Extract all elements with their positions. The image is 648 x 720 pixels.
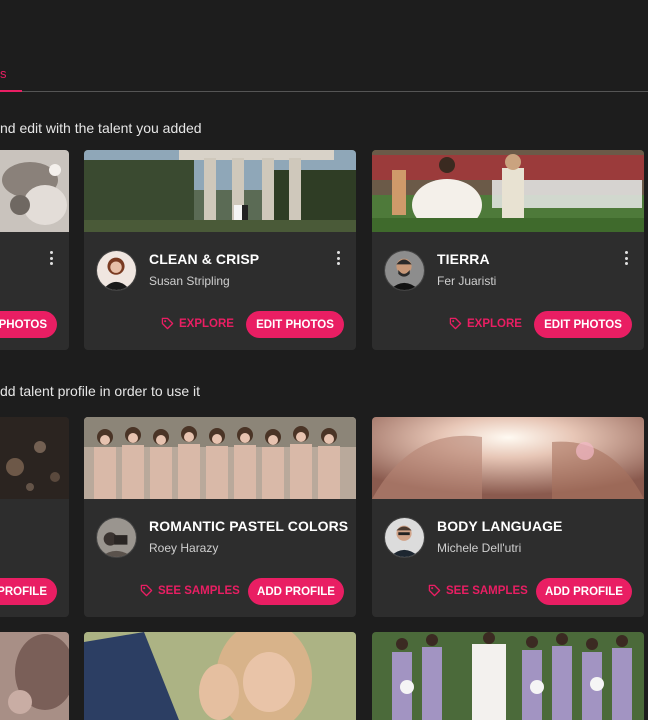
- talent-card: TIERRA Fer Juaristi EXPLORE EDIT PHOTOS: [372, 150, 644, 350]
- author-name: Fer Juaristi: [437, 274, 497, 288]
- author-name: Roey Harazy: [149, 541, 219, 555]
- see-samples-label: SEE SAMPLES: [446, 584, 528, 597]
- add-profile-button[interactable]: PROFILE: [0, 578, 57, 605]
- author-name: Michele Dell'utri: [437, 541, 522, 555]
- card-image: [0, 150, 69, 232]
- edit-photos-button[interactable]: EDIT PHOTOS: [534, 311, 632, 338]
- see-samples-label: SEE SAMPLES: [158, 584, 240, 597]
- tab-active[interactable]: s: [0, 66, 7, 81]
- card-image: [372, 417, 644, 499]
- talent-card-partial[interactable]: PROFILE: [0, 417, 69, 617]
- card-image: [372, 632, 644, 720]
- explore-label: EXPLORE: [467, 317, 522, 330]
- talent-card-partial[interactable]: PHOTOS: [0, 150, 69, 350]
- edit-photos-button[interactable]: EDIT PHOTOS: [246, 311, 344, 338]
- author-avatar: [384, 250, 425, 291]
- tab-active-underline: [0, 90, 22, 92]
- tag-icon: [161, 317, 174, 330]
- edit-photos-button[interactable]: PHOTOS: [0, 311, 57, 338]
- explore-link[interactable]: EXPLORE: [161, 317, 234, 330]
- author-avatar: [384, 517, 425, 558]
- tag-icon: [449, 317, 462, 330]
- card-image: [0, 632, 69, 720]
- tabs-divider: [22, 91, 648, 92]
- explore-link[interactable]: EXPLORE: [449, 317, 522, 330]
- talent-card-partial[interactable]: [0, 632, 69, 720]
- card-image: [84, 417, 356, 499]
- author-name: Susan Stripling: [149, 274, 230, 288]
- talent-card: [84, 632, 356, 720]
- author-avatar: [96, 517, 137, 558]
- talent-card: BODY LANGUAGE Michele Dell'utri SEE SAMP…: [372, 417, 644, 617]
- add-profile-button[interactable]: ADD PROFILE: [536, 578, 632, 605]
- preset-title: TIERRA: [437, 251, 490, 267]
- tag-icon: [428, 584, 441, 597]
- talent-card: CLEAN & CRISP Susan Stripling EXPLORE ED…: [84, 150, 356, 350]
- add-profile-button[interactable]: ADD PROFILE: [248, 578, 344, 605]
- talent-card: [372, 632, 644, 720]
- card-image: [84, 150, 356, 232]
- more-options-icon[interactable]: [45, 250, 57, 266]
- talent-card: ROMANTIC PASTEL COLORS Roey Harazy SEE S…: [84, 417, 356, 617]
- card-image: [84, 632, 356, 720]
- more-options-icon[interactable]: [332, 250, 344, 266]
- card-image: [372, 150, 644, 232]
- see-samples-link[interactable]: SEE SAMPLES: [428, 584, 528, 597]
- see-samples-link[interactable]: SEE SAMPLES: [140, 584, 240, 597]
- preset-title: CLEAN & CRISP: [149, 251, 260, 267]
- section-heading-added: nd edit with the talent you added: [0, 120, 202, 136]
- preset-title: ROMANTIC PASTEL COLORS: [149, 518, 349, 534]
- more-options-icon[interactable]: [620, 250, 632, 266]
- card-image: [0, 417, 69, 499]
- author-avatar: [96, 250, 137, 291]
- explore-label: EXPLORE: [179, 317, 234, 330]
- tag-icon: [140, 584, 153, 597]
- preset-title: BODY LANGUAGE: [437, 518, 563, 534]
- section-heading-add: dd talent profile in order to use it: [0, 383, 201, 399]
